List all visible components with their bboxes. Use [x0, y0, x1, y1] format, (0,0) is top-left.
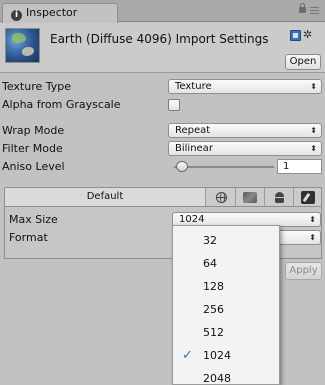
flash-icon	[243, 192, 257, 203]
dropdown-arrows-icon: ⬍	[310, 82, 317, 91]
menu-option-label: 256	[203, 303, 224, 316]
menu-option-label: 64	[203, 257, 217, 270]
menu-icon[interactable]	[310, 7, 319, 14]
platform-tabs: Default	[4, 187, 322, 207]
dropdown-arrows-icon: ⬍	[309, 233, 316, 242]
aniso-slider-track[interactable]	[174, 166, 274, 168]
open-button[interactable]: Open	[285, 54, 321, 70]
dropdown-arrows-icon: ⬍	[310, 126, 317, 135]
tab-flash-platform[interactable]	[236, 188, 265, 206]
tab-editor-platform[interactable]	[294, 188, 323, 206]
aniso-level-row: Aniso Level 1	[0, 158, 325, 176]
filter-mode-row: Filter Mode Bilinear ⬍	[0, 140, 325, 158]
texture-thumbnail	[5, 28, 40, 63]
menu-option-label: 32	[203, 234, 217, 247]
menu-option-label: 512	[203, 326, 224, 339]
tab-inspector[interactable]: i Inspector	[2, 3, 118, 23]
asset-header: Earth (Diffuse 4096) Import Settings ✲ O…	[0, 23, 325, 73]
alpha-grayscale-label: Alpha from Grayscale	[2, 98, 121, 111]
filter-mode-value: Bilinear	[175, 143, 213, 154]
texture-type-label: Texture Type	[2, 80, 72, 93]
menu-option-512[interactable]: 512	[173, 322, 279, 344]
info-icon: i	[11, 10, 22, 21]
pencil-icon	[301, 191, 315, 204]
menu-option-128[interactable]: 128	[173, 276, 279, 298]
texture-type-row: Texture Type Texture ⬍	[0, 78, 325, 96]
checkmark-icon: ✓	[182, 348, 193, 363]
wrap-mode-label: Wrap Mode	[2, 124, 65, 137]
dropdown-arrows-icon: ⬍	[310, 144, 317, 153]
menu-option-label: 2048	[203, 372, 231, 385]
max-size-label: Max Size	[9, 213, 58, 226]
wrap-mode-dropdown[interactable]: Repeat ⬍	[168, 123, 322, 138]
menu-option-2048[interactable]: 2048	[173, 368, 279, 385]
header-icons: ✲	[288, 29, 322, 43]
max-size-value: 1024	[179, 214, 205, 225]
wrap-mode-value: Repeat	[175, 125, 211, 136]
gear-icon[interactable]: ✲	[303, 29, 312, 41]
menu-option-64[interactable]: 64	[173, 253, 279, 275]
wrap-mode-row: Wrap Mode Repeat ⬍	[0, 122, 325, 140]
menu-option-256[interactable]: 256	[173, 299, 279, 321]
tab-tools	[299, 3, 321, 17]
filter-mode-label: Filter Mode	[2, 142, 63, 155]
max-size-menu: 32 64 128 256 512 ✓ 1024 2048	[172, 225, 280, 385]
tab-label: Inspector	[26, 6, 78, 19]
tab-bar: i Inspector	[0, 0, 325, 23]
globe-icon	[216, 192, 227, 203]
texture-type-value: Texture	[175, 81, 212, 92]
alpha-grayscale-row: Alpha from Grayscale	[0, 96, 325, 114]
menu-option-label: 128	[203, 280, 224, 293]
format-label: Format	[9, 231, 48, 244]
tab-default-platform[interactable]: Default	[5, 188, 206, 206]
menu-option-32[interactable]: 32	[173, 230, 279, 252]
apply-button[interactable]: Apply	[285, 262, 322, 280]
asset-title: Earth (Diffuse 4096) Import Settings	[50, 32, 269, 46]
help-book-icon[interactable]	[290, 30, 301, 41]
alpha-grayscale-checkbox[interactable]	[168, 99, 180, 111]
lock-icon[interactable]	[299, 3, 306, 13]
menu-option-1024[interactable]: ✓ 1024	[173, 345, 279, 367]
texture-type-dropdown[interactable]: Texture ⬍	[168, 79, 322, 94]
inspector-panel: i Inspector Earth (Diffuse 4096) Import S…	[0, 0, 325, 385]
android-icon	[275, 192, 284, 203]
tab-android-platform[interactable]	[265, 188, 294, 206]
filter-mode-dropdown[interactable]: Bilinear ⬍	[168, 141, 322, 156]
aniso-level-label: Aniso Level	[2, 160, 65, 173]
aniso-level-field[interactable]: 1	[277, 159, 322, 174]
tab-web-platform[interactable]	[207, 188, 236, 206]
aniso-slider-thumb[interactable]	[176, 161, 188, 172]
menu-option-label: 1024	[203, 349, 231, 362]
dropdown-arrows-icon: ⬍	[309, 215, 316, 224]
